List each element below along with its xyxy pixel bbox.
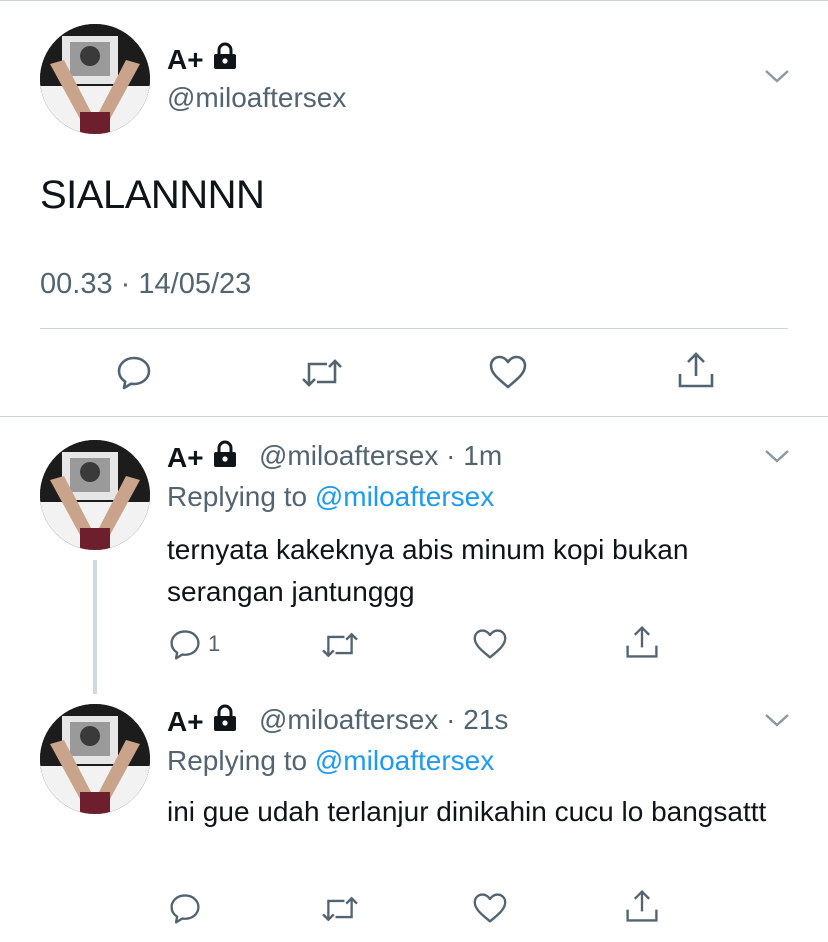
retweet-icon <box>322 632 358 658</box>
share-button[interactable] <box>624 624 660 660</box>
share-button[interactable] <box>676 350 716 390</box>
handle[interactable]: @miloaftersex <box>259 704 438 735</box>
replying-to: Replying to @miloaftersex <box>167 745 494 777</box>
avatar[interactable] <box>40 704 150 814</box>
display-name[interactable]: A+ <box>167 704 238 739</box>
replying-to: Replying to @miloaftersex <box>167 481 494 513</box>
divider <box>40 328 788 329</box>
display-name-text[interactable]: A+ <box>167 442 204 474</box>
handle[interactable]: @miloaftersex <box>259 440 438 471</box>
share-icon <box>626 625 658 658</box>
retweet-icon <box>302 359 342 387</box>
reply-button[interactable]: 1 <box>168 627 220 661</box>
like-button[interactable] <box>488 353 528 391</box>
handle-and-time[interactable]: @miloaftersex · 1m <box>259 440 502 472</box>
reply-button[interactable] <box>168 891 202 925</box>
reply-count: 1 <box>208 631 221 656</box>
retweet-button[interactable] <box>300 354 344 392</box>
replying-prefix: Replying to <box>167 481 308 512</box>
separator: · <box>120 268 131 300</box>
avatar[interactable] <box>40 440 150 550</box>
section-divider <box>0 416 828 417</box>
like-icon <box>473 893 507 923</box>
tweet-time[interactable]: · 21s <box>446 704 508 735</box>
like-button[interactable] <box>472 891 508 925</box>
tweet-text: SIALANNNN <box>40 173 265 217</box>
tweet-time[interactable]: 00.33 <box>40 268 113 300</box>
avatar[interactable] <box>40 24 150 134</box>
display-name-text[interactable]: A+ <box>167 706 204 738</box>
tweet-text: ini gue udah terlanjur dinikahin cucu lo… <box>167 796 767 827</box>
share-icon <box>626 889 658 922</box>
tweet-text: ternyata kakeknya abis minum kopi bukan … <box>167 534 689 607</box>
handle[interactable]: @miloaftersex <box>167 82 346 114</box>
retweet-button[interactable] <box>320 892 360 926</box>
chevron-down-icon[interactable] <box>764 68 790 89</box>
lock-icon <box>212 42 238 77</box>
reply-icon <box>117 356 151 390</box>
display-name[interactable]: A+ <box>167 440 238 475</box>
mention-link[interactable]: @miloaftersex <box>315 745 494 776</box>
share-icon <box>678 352 714 388</box>
reply-icon <box>170 630 200 660</box>
like-button[interactable] <box>472 627 508 661</box>
reply-icon <box>170 894 200 924</box>
replying-prefix: Replying to <box>167 745 308 776</box>
retweet-icon <box>322 896 358 922</box>
share-button[interactable] <box>624 888 660 924</box>
handle-and-time[interactable]: @miloaftersex · 21s <box>259 704 508 736</box>
retweet-button[interactable] <box>320 628 360 662</box>
tweet-time[interactable]: · 1m <box>446 440 502 471</box>
like-icon <box>473 629 507 659</box>
lock-icon <box>212 440 238 475</box>
thread-connector <box>93 560 97 694</box>
display-name[interactable]: A+ <box>167 42 238 77</box>
reply-button[interactable] <box>115 353 153 391</box>
lock-icon <box>212 704 238 739</box>
display-name-text[interactable]: A+ <box>167 44 204 76</box>
chevron-down-icon[interactable] <box>764 448 790 469</box>
main-tweet: A+ @miloaftersex SIALANNNN 00.33 · 14/05… <box>0 0 828 416</box>
tweet-timestamp[interactable]: 00.33 · 14/05/23 <box>40 268 251 301</box>
like-icon <box>489 355 527 389</box>
mention-link[interactable]: @miloaftersex <box>315 481 494 512</box>
tweet-date[interactable]: 14/05/23 <box>138 268 251 300</box>
chevron-down-icon[interactable] <box>764 712 790 733</box>
